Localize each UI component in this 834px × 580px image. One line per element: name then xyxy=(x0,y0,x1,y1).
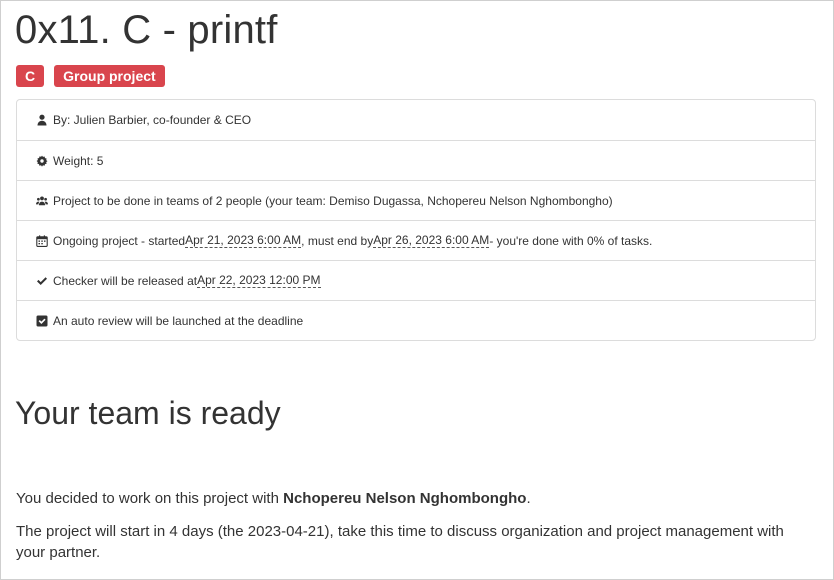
schedule-suffix: - you're done with 0% of tasks. xyxy=(489,233,653,248)
users-icon xyxy=(35,194,48,207)
team-paragraph: You decided to work on this project with… xyxy=(16,488,806,509)
checker-prefix: Checker will be released at xyxy=(53,273,198,288)
project-info-list: By: Julien Barbier, co-founder & CEO Wei… xyxy=(16,99,816,341)
team-p1-suffix: . xyxy=(526,490,531,507)
schedule-prefix: Ongoing project - started xyxy=(53,233,186,248)
weight-text: Weight: 5 xyxy=(53,153,104,168)
info-row-auto-review: An auto review will be launched at the d… xyxy=(17,300,815,340)
badge-project-type: Group project xyxy=(54,65,165,87)
page-title: 0x11. C - printf xyxy=(15,8,278,52)
team-heading: Your team is ready xyxy=(15,395,281,431)
start-date[interactable]: Apr 21, 2023 6:00 AM xyxy=(185,233,302,248)
project-start-paragraph: The project will start in 4 days (the 20… xyxy=(16,523,784,561)
badge-language: C xyxy=(16,65,45,87)
end-date[interactable]: Apr 26, 2023 6:00 AM xyxy=(373,233,490,248)
badge-group: C Group project xyxy=(16,65,165,87)
team-p1-prefix: You decided to work on this project with xyxy=(16,490,284,507)
info-row-weight: Weight: 5 xyxy=(17,140,815,180)
checker-date[interactable]: Apr 22, 2023 12:00 PM xyxy=(197,273,321,288)
partner-name: Nchopereu Nelson Nghombongho xyxy=(283,490,527,507)
gear-icon xyxy=(35,154,48,167)
info-row-schedule: Ongoing project - started Apr 21, 2023 6… xyxy=(17,220,815,260)
calendar-icon xyxy=(35,234,48,247)
check-icon xyxy=(35,274,48,287)
team-text: Project to be done in teams of 2 people … xyxy=(53,193,613,208)
info-row-checker: Checker will be released at Apr 22, 2023… xyxy=(17,260,815,300)
checkbox-checked-icon xyxy=(35,314,48,327)
schedule-middle: , must end by xyxy=(301,233,374,248)
author-text: By: Julien Barbier, co-founder & CEO xyxy=(53,113,252,127)
info-row-author: By: Julien Barbier, co-founder & CEO xyxy=(17,100,815,140)
info-row-team: Project to be done in teams of 2 people … xyxy=(17,180,815,220)
auto-review-text: An auto review will be launched at the d… xyxy=(53,313,304,328)
user-icon xyxy=(35,114,48,127)
